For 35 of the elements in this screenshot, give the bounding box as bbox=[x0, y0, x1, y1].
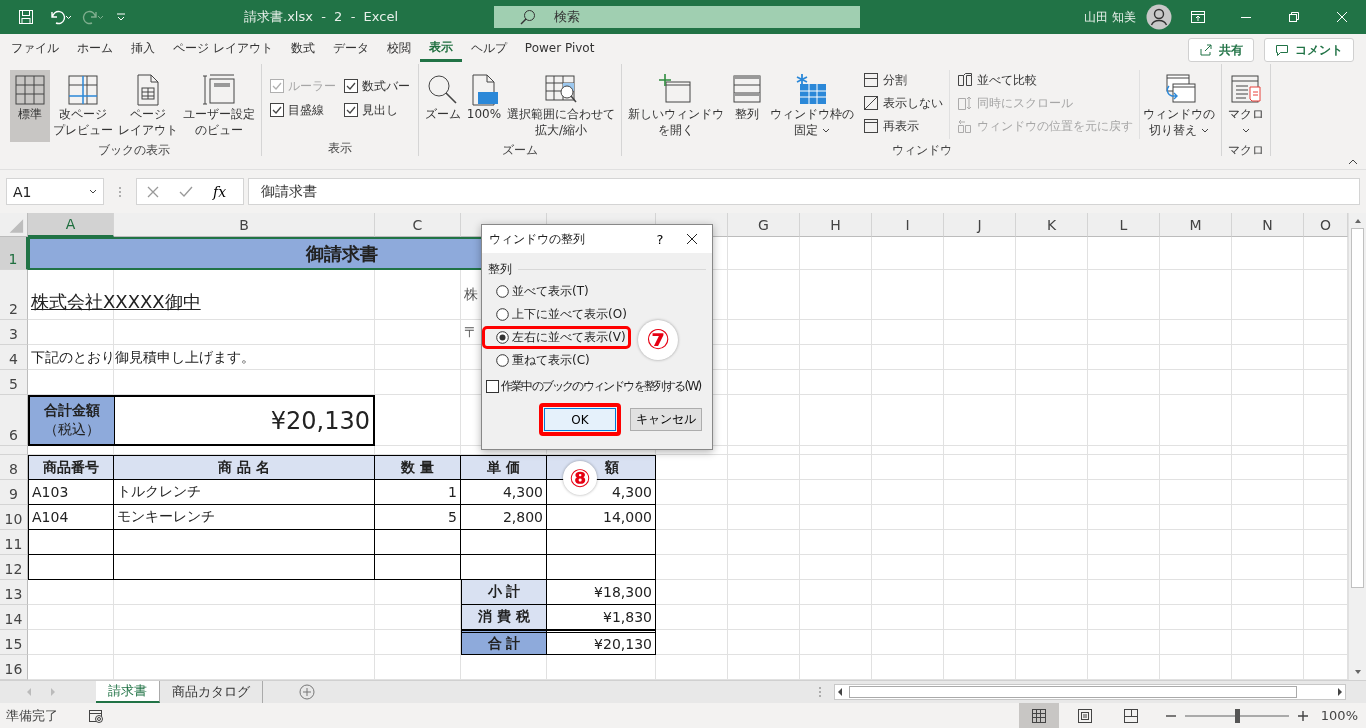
group-label: ウィンドウ bbox=[891, 142, 952, 158]
cell-text: 〒 bbox=[464, 323, 478, 342]
zoom-level: 100% bbox=[1320, 708, 1358, 723]
cell-text: 下記のとおり御見積申し上げます。 bbox=[31, 348, 255, 367]
button-label: ズーム bbox=[425, 107, 461, 122]
cell-text: 株 bbox=[464, 286, 478, 304]
button-label: ウィンドウ枠の bbox=[770, 107, 854, 122]
button-label: プレビュー bbox=[53, 123, 113, 138]
window-title: 請求書.xlsx - 2 - Excel bbox=[244, 8, 400, 26]
button-label: 改ページ bbox=[59, 107, 107, 122]
button-label: 整列 bbox=[735, 107, 759, 122]
button-label: 新しいウィンドウ bbox=[628, 107, 724, 122]
button-label: 選択範囲に合わせて bbox=[507, 107, 615, 122]
cell-text: 株式会社XXXXX御中 bbox=[31, 290, 201, 314]
status-text: 準備完了 bbox=[6, 706, 58, 725]
button-label: 標準 bbox=[18, 107, 42, 122]
group-label: 表示 bbox=[328, 140, 352, 156]
group-label: ブックの表示 bbox=[97, 142, 170, 158]
button-label: ページ bbox=[130, 107, 166, 122]
user-name: 山田 知美 bbox=[1084, 8, 1136, 26]
button-label: ユーザー設定 bbox=[183, 107, 255, 122]
button-label: 100% bbox=[466, 107, 502, 122]
button-label: マクロ bbox=[1228, 107, 1264, 122]
button-label: のビュー bbox=[195, 123, 243, 138]
button-label: ウィンドウの bbox=[1143, 107, 1215, 122]
cell-text: （税込） bbox=[44, 421, 100, 440]
button-label: 拡大/縮小 bbox=[534, 123, 587, 138]
button-label: レイアウト bbox=[118, 123, 178, 138]
button-label: 固定 bbox=[794, 123, 830, 138]
checkbox-option: ルーラー bbox=[270, 76, 336, 96]
button-label: を開く bbox=[658, 123, 694, 138]
group-label: ズーム bbox=[502, 142, 538, 158]
button-label: 切り替え bbox=[1149, 123, 1209, 138]
cell-text: 合計金額 bbox=[44, 401, 100, 420]
group-label: マクロ bbox=[1228, 142, 1264, 158]
